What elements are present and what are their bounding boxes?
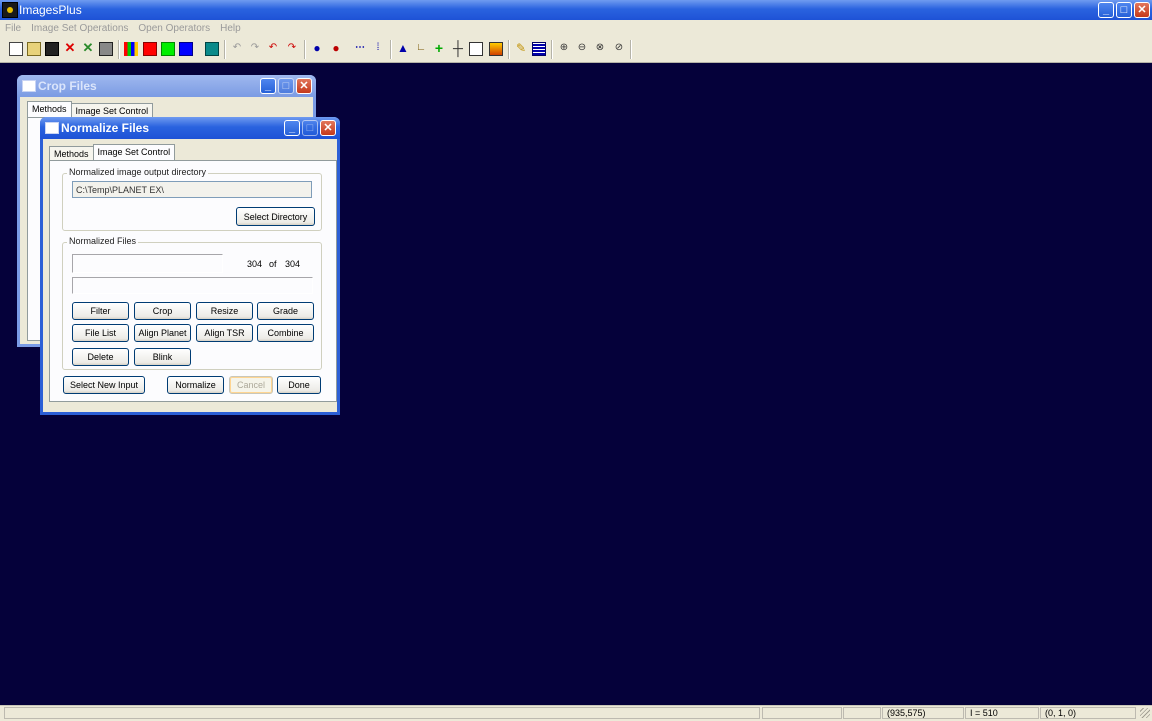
status-rgb: (0, 1, 0) (1040, 707, 1136, 719)
open-file-icon[interactable] (27, 42, 41, 56)
red-dot-icon[interactable]: ● (329, 42, 343, 56)
green-channel-icon[interactable] (161, 42, 175, 56)
select-new-input-button[interactable]: Select New Input (63, 376, 145, 394)
status-coords: (935,575) (882, 707, 964, 719)
normalize-files-title: Normalize Files (61, 121, 150, 135)
tab-image-set-control[interactable]: Image Set Control (92, 144, 176, 160)
normalize-button[interactable]: Normalize (167, 376, 224, 394)
point-selection-icon[interactable]: ⁞ (371, 42, 385, 56)
done-button[interactable]: Done (277, 376, 321, 394)
corner-tool-icon[interactable]: ∟ (414, 42, 428, 56)
close-icon[interactable]: ✕ (1134, 2, 1150, 18)
zoom-out-icon[interactable]: ⊖ (575, 42, 589, 56)
redo-all-icon[interactable]: ↷ (285, 42, 299, 56)
normalized-files-label: Normalized Files (67, 236, 139, 246)
maximize-icon[interactable]: □ (1116, 2, 1132, 18)
combine-button[interactable]: Combine (257, 324, 314, 342)
output-directory-field[interactable]: C:\Temp\PLANET EX\ (72, 181, 312, 198)
close-all-icon[interactable]: ✕ (81, 41, 95, 56)
new-file-icon[interactable] (9, 42, 23, 56)
crop-files-title: Crop Files (38, 79, 97, 93)
blink-button[interactable]: Blink (134, 348, 191, 366)
blue-dot-icon[interactable]: ● (310, 42, 324, 56)
app-titlebar: ImagesPlus _ □ ✕ (0, 0, 1152, 20)
normalize-files-window: Normalize Files _ □ ✕ Methods Image Set … (40, 117, 340, 415)
resize-grip-icon[interactable] (1140, 708, 1150, 718)
toolbar: ✕ ✕ ↶ ↷ ↶ ↷ ● ● ⋯ ⁞ ▲ ∟ + ┼ ✎ ⊕ ⊖ ⊗ ⊘ (0, 37, 1152, 63)
window-icon (45, 122, 59, 134)
app-title: ImagesPlus (19, 3, 82, 17)
progress-total: 304 (285, 259, 301, 269)
picture-tool-icon[interactable] (489, 42, 503, 56)
align-tsr-button[interactable]: Align TSR (196, 324, 253, 342)
status-bar: (935,575) I = 510 (0, 1, 0) (0, 705, 1152, 721)
filter-button[interactable]: Filter (72, 302, 129, 320)
overall-progress-bar (72, 277, 313, 294)
file-list-button[interactable]: File List (72, 324, 129, 342)
grid-measure-icon[interactable] (469, 42, 483, 56)
align-planet-button[interactable]: Align Planet (134, 324, 191, 342)
minimize-icon[interactable]: _ (260, 78, 276, 94)
undo-all-icon[interactable]: ↶ (266, 42, 280, 56)
delete-button[interactable]: Delete (72, 348, 129, 366)
zoom-in-icon[interactable]: ⊕ (557, 42, 571, 56)
select-directory-button[interactable]: Select Directory (236, 207, 315, 226)
crop-files-titlebar[interactable]: Crop Files _ □ ✕ (17, 75, 316, 97)
blue-triangle-icon[interactable]: ▲ (396, 42, 410, 56)
minimize-icon[interactable]: _ (284, 120, 300, 136)
status-intensity: I = 510 (965, 707, 1039, 719)
rgb-channels-icon[interactable] (124, 42, 138, 56)
app-icon[interactable] (2, 2, 18, 18)
status-cell-empty (762, 707, 842, 719)
copy-to-clipboard-icon[interactable] (99, 42, 113, 56)
menu-bar: File Image Set Operations Open Operators… (0, 20, 1152, 37)
image-set-control-panel: Normalized image output directory C:\Tem… (49, 160, 337, 402)
crop-button[interactable]: Crop (134, 302, 191, 320)
progress-current: 304 (247, 259, 263, 269)
output-directory-label: Normalized image output directory (67, 167, 209, 177)
save-file-icon[interactable] (45, 42, 59, 56)
pencil-tool-icon[interactable]: ✎ (514, 42, 528, 56)
green-plus-icon[interactable]: + (432, 41, 446, 56)
status-message (4, 707, 760, 719)
grade-button[interactable]: Grade (257, 302, 314, 320)
menu-image-set-operations[interactable]: Image Set Operations (26, 20, 133, 37)
grid-view-icon[interactable] (205, 42, 219, 56)
file-progress-bar (72, 254, 223, 273)
zoom-fit-icon[interactable]: ⊗ (593, 42, 607, 56)
redo-icon[interactable]: ↷ (248, 42, 262, 56)
dotted-line-icon[interactable]: ⋯ (353, 42, 367, 56)
progress-of: of (269, 259, 277, 269)
menu-help[interactable]: Help (215, 20, 246, 37)
undo-icon[interactable]: ↶ (230, 42, 244, 56)
red-channel-icon[interactable] (143, 42, 157, 56)
maximize-icon: □ (278, 78, 294, 94)
status-cell-empty (843, 707, 881, 719)
tab-methods[interactable]: Methods (27, 101, 72, 117)
table-tool-icon[interactable] (532, 42, 546, 56)
blue-channel-icon[interactable] (179, 42, 193, 56)
menu-file[interactable]: File (0, 20, 26, 37)
window-icon (22, 80, 36, 92)
close-icon[interactable]: ✕ (296, 78, 312, 94)
minimize-icon[interactable]: _ (1098, 2, 1114, 18)
crosshair-icon[interactable]: ┼ (451, 41, 465, 56)
close-icon[interactable]: ✕ (320, 120, 336, 136)
close-file-icon[interactable]: ✕ (63, 41, 77, 56)
menu-open-operators[interactable]: Open Operators (133, 20, 215, 37)
maximize-icon: □ (302, 120, 318, 136)
normalize-files-titlebar[interactable]: Normalize Files _ □ ✕ (40, 117, 340, 139)
resize-button[interactable]: Resize (196, 302, 253, 320)
normalized-files-group: Normalized Files 304 of 304 Filter Crop … (62, 236, 322, 370)
cancel-button: Cancel (229, 376, 273, 394)
output-directory-group: Normalized image output directory C:\Tem… (62, 167, 322, 231)
zoom-reset-icon[interactable]: ⊘ (612, 42, 626, 56)
